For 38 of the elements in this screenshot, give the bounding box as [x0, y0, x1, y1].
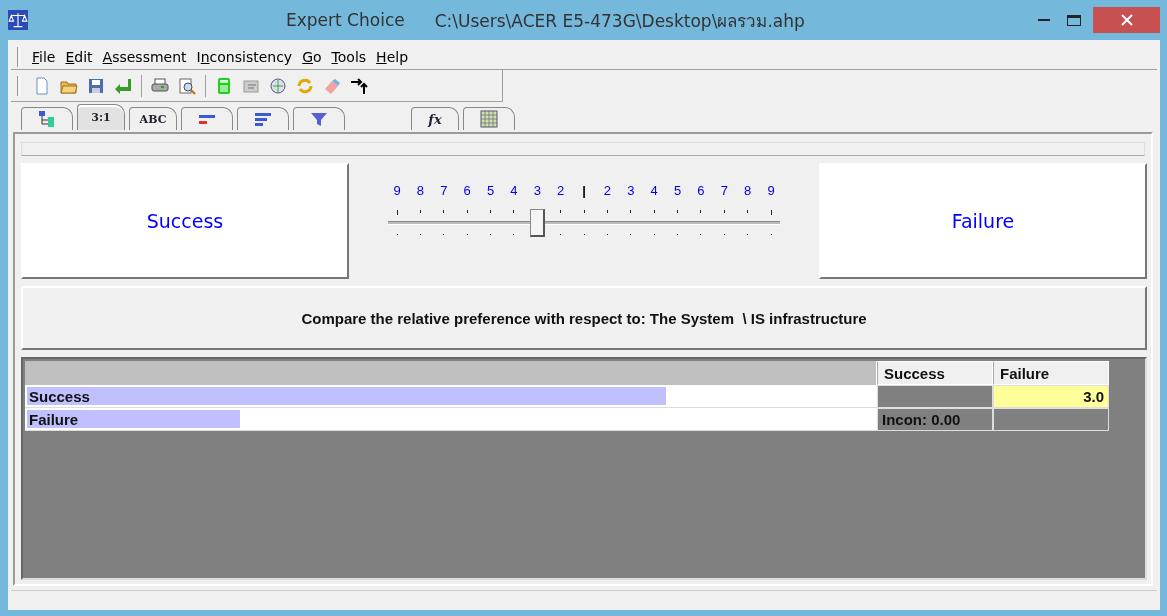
menu-item[interactable]: Assessment: [98, 48, 191, 65]
menu-item[interactable]: File: [28, 48, 60, 65]
scale-number: 2: [556, 183, 566, 198]
formula-tab[interactable]: fx: [411, 107, 459, 130]
column-header: Success: [877, 361, 993, 385]
scale-number: 7: [439, 183, 449, 198]
scale-number: 9: [392, 183, 402, 198]
row-label: Failure: [28, 410, 79, 428]
scale-number: 8: [415, 183, 425, 198]
window-title: Expert Choice: [286, 10, 405, 30]
center-mark: |: [582, 183, 586, 198]
scale-number: 2: [602, 183, 612, 198]
left-item-box: Success: [21, 163, 349, 279]
menu-item[interactable]: Go: [298, 48, 326, 65]
scale-number: 4: [649, 183, 659, 198]
scale-number: 5: [672, 183, 683, 198]
scale-number: 3: [626, 183, 636, 198]
column-header: Failure: [993, 361, 1109, 385]
menu-item[interactable]: Inconsistency: [192, 48, 297, 65]
scale-number: 6: [696, 183, 706, 198]
scale-number: 6: [462, 183, 472, 198]
scale-number: 3: [532, 183, 542, 198]
menu-item[interactable]: Tools: [327, 48, 371, 65]
menu-item[interactable]: Edit: [61, 48, 97, 65]
comparison-prompt: Compare the relative preference with respect to: The System \ IS infrastructure: [21, 286, 1147, 350]
scale-number: 9: [766, 183, 776, 198]
right-item-box: Failure: [819, 163, 1147, 279]
tab[interactable]: 3:1: [77, 104, 125, 130]
row-label: Success: [28, 387, 90, 405]
scale-number: 5: [485, 183, 496, 198]
scale-number: 7: [719, 183, 729, 198]
scale-number: 4: [509, 183, 519, 198]
inconsistency-cell: Incon: 0.00: [877, 408, 993, 431]
tab[interactable]: ABC: [129, 107, 177, 130]
menu-item[interactable]: Help: [372, 48, 413, 65]
scale-number: 8: [743, 183, 753, 198]
file-path: C:\Users\ACER E5-473G\Desktop\ผลรวม.ahp: [434, 9, 805, 33]
judgment-cell[interactable]: 3.0: [993, 385, 1109, 408]
